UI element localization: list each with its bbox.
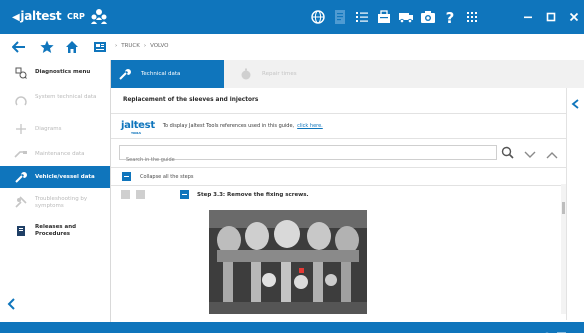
sidebar-item-label: System technical data xyxy=(35,94,97,100)
jaltest-tools-logo: jaltest TOOLS xyxy=(121,120,155,135)
book-icon xyxy=(14,224,28,238)
step-collapse-icon[interactable] xyxy=(180,190,189,199)
tools-hint-text: To display Jaltest Tools references used… xyxy=(162,122,323,129)
maximize-button[interactable] xyxy=(540,0,562,34)
right-panel-strip xyxy=(566,88,584,320)
list-icon[interactable] xyxy=(352,6,372,28)
status-bar xyxy=(0,322,584,333)
divider xyxy=(111,167,566,168)
guide-search-input[interactable] xyxy=(120,153,496,167)
sidebar-item-troubleshooting[interactable]: Troubleshooting by symptoms xyxy=(0,188,110,216)
breadcrumb: › TRUCK › VOLVO xyxy=(115,43,169,49)
truck-icon[interactable] xyxy=(396,6,416,28)
users-icon[interactable] xyxy=(89,7,109,25)
tools-link[interactable]: click here. xyxy=(297,123,323,129)
expand-panel-icon[interactable] xyxy=(571,94,581,113)
breadcrumb-item[interactable]: TRUCK xyxy=(121,43,140,49)
collapse-all-icon[interactable] xyxy=(122,172,131,181)
chevron-up-icon[interactable] xyxy=(546,144,558,163)
guide-title: Replacement of the sleeves and injectors xyxy=(123,97,259,103)
step-title: Step 3.3: Remove the fixing screws. xyxy=(197,191,309,198)
svg-text:?: ? xyxy=(446,9,455,25)
home-icon[interactable] xyxy=(63,38,81,56)
maintenance-icon xyxy=(14,147,28,161)
clipboard-icon[interactable] xyxy=(374,6,394,28)
tab-technical-data[interactable]: Technical data xyxy=(111,60,224,88)
guide-search-field[interactable] xyxy=(119,145,497,167)
tab-bar: Technical data Repair times xyxy=(111,60,584,88)
diagnostics-icon xyxy=(14,66,28,80)
sidebar-item-label: Vehicle/vessel data xyxy=(35,174,95,180)
app-window: ◀jaltest CRP ? › TRUCK › VOLVO Diagnosti… xyxy=(0,0,584,333)
sidebar-item-maintenance[interactable]: Maintenance data xyxy=(0,142,110,166)
system-data-icon xyxy=(14,94,28,108)
step-checkbox-icon[interactable] xyxy=(121,190,130,199)
sidebar-item-diagrams[interactable]: Diagrams xyxy=(0,116,110,142)
product-label: CRP xyxy=(67,12,85,21)
globe-icon[interactable] xyxy=(308,6,328,28)
document-icon[interactable] xyxy=(330,6,350,28)
favorites-star-icon[interactable] xyxy=(38,38,56,56)
divider xyxy=(111,113,566,114)
step-checkbox-icon[interactable] xyxy=(136,190,145,199)
status-connection-icon xyxy=(10,324,18,333)
help-icon[interactable]: ? xyxy=(440,6,460,28)
tab-label: Repair times xyxy=(262,71,297,77)
engine-photo xyxy=(209,210,367,314)
close-button[interactable] xyxy=(563,0,584,34)
diagrams-icon xyxy=(14,122,28,136)
breadcrumb-item[interactable]: VOLVO xyxy=(150,43,168,49)
step-header: Step 3.3: Remove the fixing screws. xyxy=(121,190,309,199)
sidebar-item-label: Diagrams xyxy=(35,126,62,132)
sidebar-item-vehicle-data[interactable]: Vehicle/vessel data xyxy=(0,166,110,188)
sidebar-item-label: Troubleshooting by symptoms xyxy=(35,196,88,209)
collapse-all-label: Collapse all the steps xyxy=(140,173,194,180)
catalog-icon[interactable] xyxy=(91,38,109,56)
collapse-sidebar-icon[interactable] xyxy=(6,296,18,310)
wrench-icon xyxy=(119,68,131,80)
sidebar-item-system-data[interactable]: System technical data xyxy=(0,86,110,116)
stopwatch-icon xyxy=(240,68,252,80)
back-arrow-icon[interactable] xyxy=(10,38,28,56)
title-bar: ◀jaltest CRP ? xyxy=(0,0,584,34)
tab-label: Technical data xyxy=(141,71,181,77)
tools-reference-row: jaltest TOOLS To display Jaltest Tools r… xyxy=(121,120,323,135)
troubleshooting-icon xyxy=(14,195,28,209)
sidebar-item-label: Releases and Procedures xyxy=(35,224,77,237)
search-controls xyxy=(501,144,558,163)
breadcrumb-separator: › xyxy=(115,43,118,49)
search-icon[interactable] xyxy=(501,144,514,163)
minimize-button[interactable] xyxy=(517,0,539,34)
guide-panel: Replacement of the sleeves and injectors… xyxy=(111,88,566,320)
tab-repair-times[interactable]: Repair times xyxy=(224,60,342,88)
sidebar-item-label: Diagnostics menu xyxy=(35,69,91,75)
toolbar-icons: ? xyxy=(308,6,482,28)
signal-icon xyxy=(543,324,551,333)
collapse-all-row[interactable]: Collapse all the steps xyxy=(122,172,193,181)
sidebar: Diagnostics menu System technical data D… xyxy=(0,60,111,323)
navigation-bar: › TRUCK › VOLVO xyxy=(0,34,584,60)
sidebar-item-releases[interactable]: Releases and Procedures xyxy=(0,216,110,246)
divider xyxy=(111,185,566,186)
breadcrumb-separator: › xyxy=(143,43,147,49)
sidebar-item-label: Maintenance data xyxy=(35,151,85,157)
apps-grid-icon[interactable] xyxy=(462,6,482,28)
app-logo: ◀jaltest xyxy=(12,9,62,23)
chevron-down-icon[interactable] xyxy=(524,144,536,163)
scrollbar-thumb[interactable] xyxy=(562,202,565,214)
battery-icon xyxy=(557,324,567,333)
divider xyxy=(111,138,566,139)
sidebar-item-diagnostics[interactable]: Diagnostics menu xyxy=(0,60,110,86)
wifi-icon xyxy=(527,324,535,333)
wrench-icon xyxy=(14,170,28,184)
camera-icon[interactable] xyxy=(418,6,438,28)
